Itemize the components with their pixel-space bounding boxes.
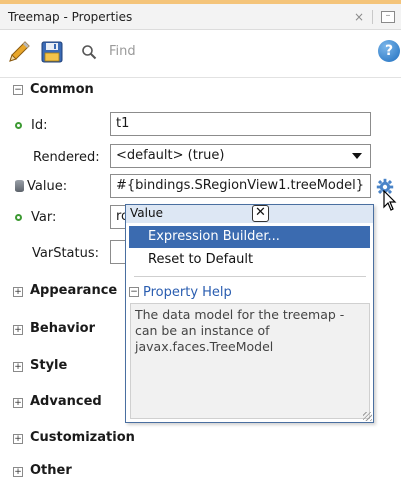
property-help-title[interactable]: Property Help — [143, 285, 232, 300]
behavior-expand-toggle[interactable]: + — [13, 325, 23, 335]
style-expand-toggle[interactable]: + — [13, 362, 23, 372]
search-placeholder: Find — [109, 44, 136, 59]
chevron-down-icon — [352, 153, 362, 159]
window-title: Treemap - Properties — [8, 10, 133, 24]
common-collapse-toggle[interactable]: − — [13, 85, 23, 95]
section-other[interactable]: Other — [30, 463, 72, 478]
popup-title: Value — [126, 205, 373, 223]
search-icon — [82, 45, 97, 60]
value-field[interactable]: #{bindings.SRegionView1.treeModel} — [110, 174, 371, 198]
section-common[interactable]: Common — [30, 82, 94, 97]
value-popup: Value Expression Builder... Reset to Def… — [125, 204, 374, 423]
menu-item-expression-builder[interactable]: Expression Builder... — [129, 226, 370, 248]
title-bar: Treemap - Properties × – — [0, 4, 401, 30]
customization-expand-toggle[interactable]: + — [13, 434, 23, 444]
title-bar-divider — [372, 10, 373, 24]
toolbar-divider — [0, 77, 401, 78]
section-advanced[interactable]: Advanced — [30, 394, 102, 409]
varstatus-label: VarStatus: — [32, 246, 99, 261]
cursor-icon — [383, 190, 397, 211]
other-expand-toggle[interactable]: + — [13, 467, 23, 477]
property-help-collapse-toggle[interactable]: − — [129, 287, 139, 297]
appearance-expand-toggle[interactable]: + — [13, 287, 23, 297]
section-appearance[interactable]: Appearance — [30, 283, 117, 298]
id-field[interactable]: t1 — [110, 112, 371, 136]
id-label: Id: — [31, 118, 48, 133]
menu-item-reset-to-default[interactable]: Reset to Default — [148, 252, 253, 267]
help-icon[interactable]: ? — [378, 40, 400, 62]
rendered-selected-value: <default> (true) — [116, 148, 225, 163]
section-customization[interactable]: Customization — [30, 430, 135, 445]
rendered-dropdown[interactable]: <default> (true) — [110, 144, 371, 168]
required-dot-icon — [15, 214, 22, 221]
resize-grip-icon[interactable] — [363, 412, 372, 421]
database-icon — [15, 180, 24, 192]
pencil-icon[interactable] — [8, 41, 32, 63]
var-label: Var: — [31, 210, 57, 225]
popup-close-icon[interactable]: ✕ — [252, 205, 269, 222]
popup-divider — [134, 276, 366, 277]
section-style[interactable]: Style — [30, 358, 67, 373]
property-help-text: The data model for the treemap - can be … — [130, 303, 370, 419]
value-label: Value: — [27, 179, 68, 194]
save-icon[interactable] — [40, 40, 64, 64]
advanced-expand-toggle[interactable]: + — [13, 398, 23, 408]
section-behavior[interactable]: Behavior — [30, 321, 95, 336]
minimize-icon[interactable]: – — [381, 11, 395, 23]
toolbar: Find ? — [0, 30, 401, 72]
close-icon[interactable]: × — [351, 9, 367, 25]
required-dot-icon — [15, 122, 22, 129]
search-input[interactable]: Find — [73, 38, 375, 66]
rendered-label: Rendered: — [33, 150, 100, 165]
